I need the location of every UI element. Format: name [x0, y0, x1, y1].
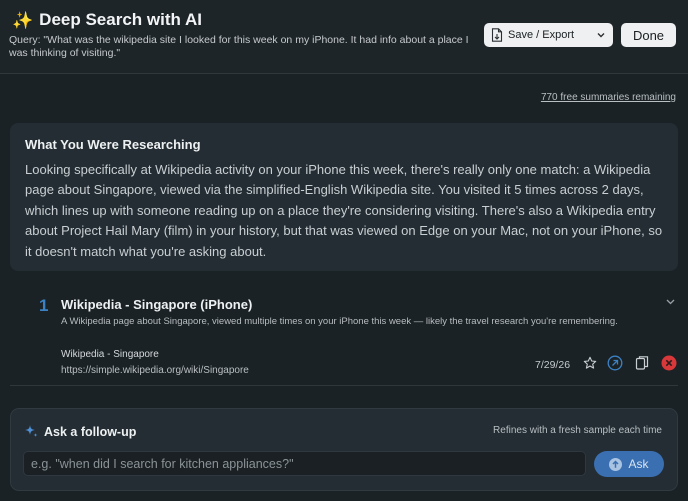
copy-icon — [635, 356, 649, 370]
chevron-down-icon — [597, 33, 605, 38]
ask-button[interactable]: Ask — [594, 451, 664, 477]
save-export-label: Save / Export — [508, 29, 575, 41]
result-date: 7/29/26 — [535, 359, 571, 371]
remove-button[interactable] — [661, 355, 677, 371]
close-circle-icon — [661, 355, 677, 371]
research-summary-card: What You Were Researching Looking specif… — [10, 123, 678, 271]
follow-up-input[interactable] — [23, 451, 586, 476]
star-button[interactable] — [582, 355, 598, 371]
copy-button[interactable] — [634, 355, 650, 371]
result-source: Wikipedia - Singapore — [61, 349, 159, 360]
result-item[interactable]: 1 Wikipedia - Singapore (iPhone) A Wikip… — [10, 290, 678, 386]
open-link-button[interactable] — [607, 355, 623, 371]
result-title[interactable]: Wikipedia - Singapore (iPhone) — [61, 297, 252, 312]
sparkle-icon — [25, 425, 38, 437]
expand-chevron-icon[interactable] — [665, 296, 676, 307]
page-title: Deep Search with AI — [39, 10, 202, 29]
follow-up-hint: Refines with a fresh sample each time — [493, 425, 662, 436]
result-rank: 1 — [39, 296, 49, 315]
save-export-button[interactable]: Save / Export — [484, 23, 613, 47]
research-body: Looking specifically at Wikipedia activi… — [25, 162, 663, 259]
document-icon — [491, 28, 503, 42]
header: ✨ Deep Search with AI Query: "What was t… — [0, 0, 688, 74]
query-text: Query: "What was the wikipedia site I lo… — [9, 34, 469, 59]
research-title: What You Were Researching — [25, 137, 201, 152]
summaries-remaining-link[interactable]: 770 free summaries remaining — [541, 92, 676, 103]
arrow-up-circle-icon — [609, 457, 623, 471]
result-url[interactable]: https://simple.wikipedia.org/wiki/Singap… — [61, 365, 249, 376]
sparkles-icon: ✨ — [12, 10, 34, 30]
ask-label: Ask — [628, 457, 649, 471]
follow-up-panel: Ask a follow-up Refines with a fresh sam… — [10, 408, 678, 491]
done-button[interactable]: Done — [621, 23, 676, 47]
star-icon — [583, 356, 597, 369]
result-description: A Wikipedia page about Singapore, viewed… — [61, 316, 618, 327]
title-row: ✨ Deep Search with AI — [12, 10, 202, 30]
follow-up-title: Ask a follow-up — [44, 425, 137, 439]
open-link-icon — [607, 355, 623, 371]
